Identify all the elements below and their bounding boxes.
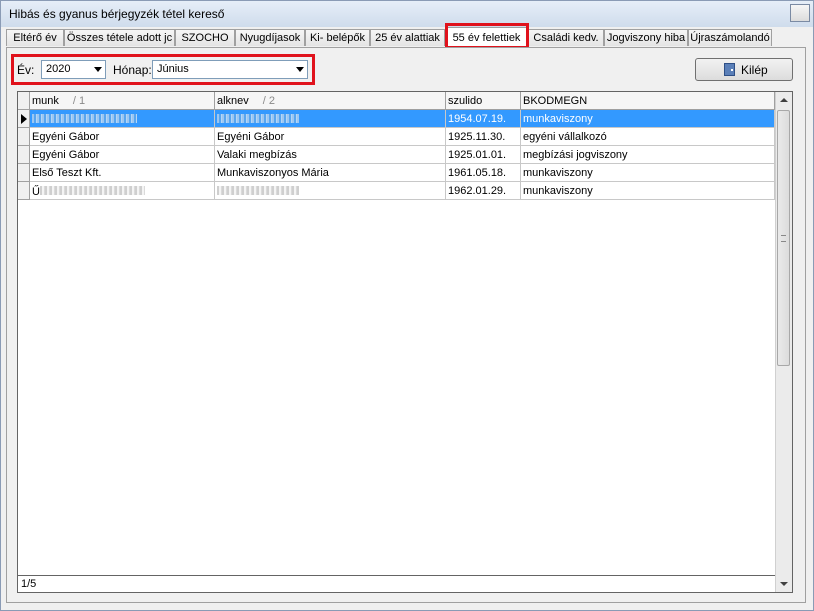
cell-alknev[interactable]: Munkaviszonyos Mária xyxy=(215,164,446,182)
tab-1[interactable]: Eltérő év xyxy=(6,29,64,46)
cell-bkod[interactable]: egyéni vállalkozó xyxy=(521,128,775,146)
column-header-label: BKODMEGN xyxy=(523,95,588,107)
column-header-label: alknev xyxy=(217,95,249,107)
cell-text: Munkaviszonyos Mária xyxy=(217,167,329,179)
data-grid[interactable]: munk / 1 alknev / 2 szulido BKODMEGN 1/5 1954… xyxy=(17,91,793,593)
table-row[interactable]: Első Teszt Kft. Munkaviszonyos Mária 1961.… xyxy=(18,164,775,182)
table-row[interactable]: Egyéni Gábor Valaki megbízás 1925.01.01. me… xyxy=(18,146,775,164)
tab-3[interactable]: SZOCHO xyxy=(175,29,235,46)
cell-text: munkaviszony xyxy=(523,185,593,197)
cell-bkod[interactable]: megbízási jogviszony xyxy=(521,146,775,164)
cell-alknev[interactable]: Egyéni Gábor xyxy=(215,128,446,146)
redacted-text xyxy=(39,186,145,195)
cell-munk[interactable]: Egyéni Gábor xyxy=(30,146,215,164)
cell-text: Egyéni Gábor xyxy=(32,131,100,143)
sort-order-indicator: / 2 xyxy=(262,95,276,107)
cell-text: munkaviszony xyxy=(523,167,593,179)
tab-strip: Eltérő év Összes tétele adott jc SZOCHO Nyu… xyxy=(6,27,806,47)
record-status-bar: 1/5 xyxy=(18,575,775,592)
row-indicator[interactable] xyxy=(18,110,30,128)
title-bar[interactable]: Hibás és gyanus bérjegyzék tétel kereső xyxy=(1,1,813,27)
row-indicator[interactable] xyxy=(18,128,30,146)
table-row[interactable]: Ű 1962.01.29. munkaviszony xyxy=(18,182,775,200)
cell-text: 1954.07.19. xyxy=(448,113,507,125)
cell-text: 1925.11.30. xyxy=(448,131,506,143)
scroll-down-icon[interactable] xyxy=(780,582,788,586)
cell-text: Valaki megbízás xyxy=(217,149,297,161)
tab-2[interactable]: Összes tétele adott jc xyxy=(64,29,175,46)
tab-6[interactable]: 25 év alattiak xyxy=(370,29,445,46)
cell-text: munkaviszony xyxy=(523,113,593,125)
tab-5[interactable]: Ki- belépők xyxy=(305,29,370,46)
cell-bkod[interactable]: munkaviszony xyxy=(521,110,775,128)
grid-corner[interactable] xyxy=(18,92,30,110)
cell-munk[interactable]: Egyéni Gábor xyxy=(30,128,215,146)
tab-10[interactable]: Újraszámolandó xyxy=(688,29,772,46)
scroll-up-icon[interactable] xyxy=(780,98,788,102)
cell-alknev[interactable]: Valaki megbízás xyxy=(215,146,446,164)
cell-munk[interactable] xyxy=(30,110,215,128)
door-exit-icon xyxy=(724,63,735,76)
cell-szulido[interactable]: 1925.01.01. xyxy=(446,146,521,164)
column-header-2[interactable]: alknev / 2 xyxy=(215,92,446,110)
exit-button[interactable]: Kilép xyxy=(695,58,793,81)
tab-4[interactable]: Nyugdíjasok xyxy=(235,29,305,46)
cell-munk[interactable]: Első Teszt Kft. xyxy=(30,164,215,182)
cell-alknev[interactable] xyxy=(215,182,446,200)
cell-munk[interactable]: Ű xyxy=(30,182,215,200)
row-indicator[interactable] xyxy=(18,146,30,164)
cell-text: Első Teszt Kft. xyxy=(32,167,102,179)
redacted-text xyxy=(217,114,299,123)
cell-text: 1962.01.29. xyxy=(448,185,507,197)
highlight-box-filter xyxy=(11,54,315,85)
tab-9[interactable]: Jogviszony hiba xyxy=(604,29,688,46)
redacted-text xyxy=(32,114,137,123)
vertical-scrollbar[interactable] xyxy=(775,92,792,592)
row-indicator[interactable] xyxy=(18,164,30,182)
column-header-1[interactable]: munk / 1 xyxy=(30,92,215,110)
highlight-box-tab xyxy=(445,23,529,49)
table-row[interactable]: Egyéni Gábor Egyéni Gábor 1925.11.30. egyén… xyxy=(18,128,775,146)
window-title: Hibás és gyanus bérjegyzék tétel kereső xyxy=(9,7,225,21)
tab-8[interactable]: Családi kedv. xyxy=(528,29,604,46)
sort-order-indicator: / 1 xyxy=(72,95,86,107)
cell-text: Egyéni Gábor xyxy=(32,149,100,161)
record-counter: 1/5 xyxy=(21,578,37,590)
column-header-label: szulido xyxy=(448,95,483,107)
cell-text: Ű xyxy=(32,186,40,198)
table-row[interactable]: 1954.07.19. munkaviszony xyxy=(18,110,775,128)
column-header-4[interactable]: BKODMEGN xyxy=(521,92,775,110)
column-header-label: munk xyxy=(32,95,59,107)
cell-text: egyéni vállalkozó xyxy=(523,131,607,143)
cell-text: megbízási jogviszony xyxy=(523,149,628,161)
cell-text: Egyéni Gábor xyxy=(217,131,285,143)
current-row-arrow-icon xyxy=(21,114,27,124)
cell-szulido[interactable]: 1961.05.18. xyxy=(446,164,521,182)
exit-button-label: Kilép xyxy=(741,63,768,77)
cell-text: 1961.05.18. xyxy=(448,167,507,179)
cell-szulido[interactable]: 1954.07.19. xyxy=(446,110,521,128)
cell-bkod[interactable]: munkaviszony xyxy=(521,164,775,182)
close-button[interactable] xyxy=(790,4,810,22)
cell-szulido[interactable]: 1925.11.30. xyxy=(446,128,521,146)
cell-alknev[interactable] xyxy=(215,110,446,128)
column-header-3[interactable]: szulido xyxy=(446,92,521,110)
cell-bkod[interactable]: munkaviszony xyxy=(521,182,775,200)
scroll-thumb[interactable] xyxy=(777,110,790,366)
row-indicator[interactable] xyxy=(18,182,30,200)
redacted-text xyxy=(217,186,299,195)
grid-header: munk / 1 alknev / 2 szulido BKODMEGN xyxy=(18,92,775,110)
cell-szulido[interactable]: 1962.01.29. xyxy=(446,182,521,200)
cell-text: 1925.01.01. xyxy=(448,149,507,161)
